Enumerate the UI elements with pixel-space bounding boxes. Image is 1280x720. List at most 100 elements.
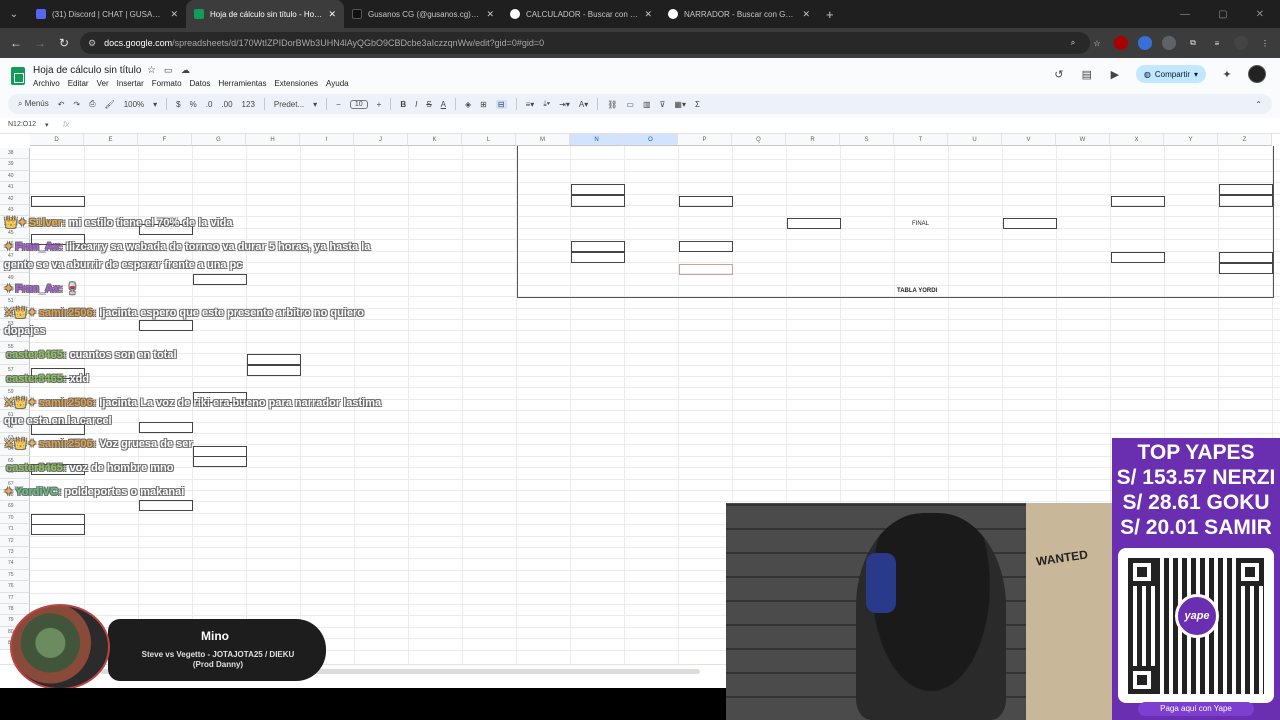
- column-header-t[interactable]: T: [894, 134, 948, 146]
- bracket-cell[interactable]: [31, 524, 85, 535]
- close-tab-icon[interactable]: ✕: [170, 9, 178, 20]
- row-header-70[interactable]: 70: [0, 512, 30, 525]
- row-header-39[interactable]: 39: [0, 159, 30, 171]
- increase-decimal-button[interactable]: .00: [221, 100, 232, 109]
- new-tab-icon[interactable]: +: [818, 7, 842, 22]
- row-header-40[interactable]: 40: [0, 170, 30, 183]
- extension-icon[interactable]: [1114, 36, 1128, 50]
- bracket-cell[interactable]: [1111, 196, 1165, 207]
- decrease-font-icon[interactable]: −: [336, 100, 341, 109]
- print-icon[interactable]: ⎙: [89, 99, 95, 109]
- row-header-42[interactable]: 42: [0, 193, 30, 205]
- sheets-logo-icon[interactable]: [11, 67, 25, 85]
- column-header-v[interactable]: V: [1002, 134, 1056, 146]
- bracket-cell[interactable]: [571, 241, 625, 252]
- translate-icon[interactable]: [1138, 36, 1152, 50]
- row-header-71[interactable]: 71: [0, 524, 30, 536]
- bracket-cell[interactable]: [1003, 218, 1057, 229]
- menu-extensiones[interactable]: Extensiones: [274, 79, 318, 88]
- fill-color-icon[interactable]: ◈: [465, 100, 471, 109]
- chevron-down-icon[interactable]: ▾: [45, 121, 49, 129]
- merge-cells-icon[interactable]: ⊟: [495, 99, 507, 109]
- close-tab-icon[interactable]: ✕: [802, 9, 810, 20]
- menu-ayuda[interactable]: Ayuda: [326, 79, 349, 88]
- chevron-down-icon[interactable]: ▾: [1194, 70, 1198, 79]
- italic-icon[interactable]: I: [415, 100, 417, 109]
- text-rotation-icon[interactable]: A▾: [579, 100, 588, 109]
- column-header-f[interactable]: F: [138, 134, 192, 146]
- forward-icon[interactable]: →: [28, 36, 52, 50]
- bracket-cell[interactable]: [571, 252, 625, 263]
- media-icon[interactable]: ≡: [1210, 36, 1224, 50]
- font-size-input[interactable]: 10: [349, 99, 368, 109]
- gemini-icon[interactable]: ✦: [1220, 68, 1234, 81]
- column-header-j[interactable]: J: [354, 134, 408, 146]
- column-header-o[interactable]: O: [624, 134, 678, 146]
- wrap-text-icon[interactable]: ⇥▾: [559, 100, 570, 109]
- align-left-icon[interactable]: ≡▾: [526, 100, 535, 109]
- folder-icon[interactable]: ▭: [164, 65, 173, 76]
- row-header-69[interactable]: 69: [0, 501, 30, 513]
- close-tab-icon[interactable]: ✕: [644, 9, 652, 20]
- column-header-p[interactable]: P: [678, 134, 732, 146]
- menu-editar[interactable]: Editar: [68, 79, 89, 88]
- percent-button[interactable]: %: [190, 100, 197, 109]
- minimize-icon[interactable]: —: [1180, 9, 1190, 20]
- strikethrough-icon[interactable]: S: [426, 100, 431, 109]
- column-header-e[interactable]: E: [84, 134, 138, 146]
- bracket-cell[interactable]: [679, 241, 733, 252]
- column-header-g[interactable]: G: [192, 134, 246, 146]
- row-header-75[interactable]: 75: [0, 569, 30, 582]
- reload-icon[interactable]: ↻: [52, 36, 76, 50]
- column-header-k[interactable]: K: [408, 134, 462, 146]
- history-icon[interactable]: ↺: [1052, 68, 1066, 81]
- bracket-cell[interactable]: [787, 218, 841, 229]
- bracket-cell[interactable]: [1219, 195, 1273, 207]
- column-header-d[interactable]: D: [30, 134, 84, 146]
- bracket-cell[interactable]: [1219, 263, 1273, 274]
- paint-format-icon[interactable]: 🖌: [105, 100, 115, 109]
- close-window-icon[interactable]: ✕: [1256, 9, 1264, 20]
- row-header-77[interactable]: 77: [0, 592, 30, 604]
- column-header-y[interactable]: Y: [1164, 134, 1218, 146]
- share-button[interactable]: ◍ Compartir ▾: [1135, 65, 1206, 83]
- number-format-button[interactable]: 123: [242, 100, 255, 109]
- row-header-41[interactable]: 41: [0, 182, 30, 194]
- bracket-cell[interactable]: [31, 196, 85, 207]
- puzzle-icon[interactable]: ⧉: [1186, 36, 1200, 50]
- profile-icon[interactable]: [1234, 36, 1248, 50]
- bracket-cell[interactable]: [571, 184, 625, 195]
- cloud-icon[interactable]: ☁: [181, 65, 190, 76]
- collapse-toolbar-icon[interactable]: ⌃: [1255, 100, 1262, 109]
- chevron-down-icon[interactable]: ▾: [153, 100, 157, 109]
- column-header-i[interactable]: I: [300, 134, 354, 146]
- chart-icon[interactable]: ▥: [643, 100, 651, 109]
- search-menus-button[interactable]: ⌕ Menús: [18, 99, 49, 109]
- text-color-icon[interactable]: A: [441, 100, 446, 109]
- column-header-q[interactable]: Q: [732, 134, 786, 146]
- menu-ver[interactable]: Ver: [97, 79, 109, 88]
- column-header-x[interactable]: X: [1110, 134, 1164, 146]
- filter-icon[interactable]: ⊽: [660, 100, 666, 109]
- functions-icon[interactable]: Σ: [695, 100, 700, 109]
- avatar[interactable]: [1248, 65, 1266, 83]
- row-header-72[interactable]: 72: [0, 535, 30, 547]
- bold-icon[interactable]: B: [400, 100, 406, 109]
- bookmark-star-icon[interactable]: ☆: [1090, 36, 1104, 50]
- close-tab-icon[interactable]: ✕: [486, 9, 494, 20]
- bracket-cell[interactable]: [679, 264, 733, 275]
- comment-icon[interactable]: ▭: [626, 100, 634, 109]
- menu-herramientas[interactable]: Herramientas: [218, 79, 266, 88]
- extension-icon[interactable]: [1162, 36, 1176, 50]
- menu-formato[interactable]: Formato: [152, 79, 182, 88]
- name-box[interactable]: N12:O12: [8, 121, 36, 128]
- document-title[interactable]: Hoja de cálculo sin título: [33, 65, 141, 76]
- site-info-icon[interactable]: ⚙: [88, 38, 96, 49]
- address-bar[interactable]: ⚙ docs.google.com /spreadsheets/d/170WtI…: [80, 32, 1090, 54]
- menu-archivo[interactable]: Archivo: [33, 79, 60, 88]
- comments-icon[interactable]: ▤: [1080, 68, 1094, 81]
- bracket-cell[interactable]: [1111, 252, 1165, 263]
- column-header-r[interactable]: R: [786, 134, 840, 146]
- chevron-down-icon[interactable]: ▾: [313, 100, 317, 109]
- column-header-n[interactable]: N: [570, 134, 624, 146]
